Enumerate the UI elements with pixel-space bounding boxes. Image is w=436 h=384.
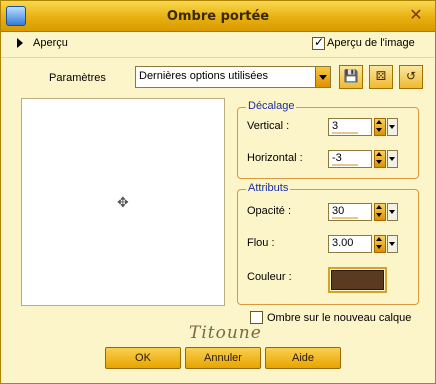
- reset-icon: ↺: [405, 69, 417, 83]
- vertical-label: Vertical :: [247, 120, 290, 132]
- flou-stepper[interactable]: [374, 235, 386, 253]
- parametres-label: Paramètres: [49, 72, 106, 84]
- randomize-icon: ⚄: [375, 69, 387, 83]
- opacite-slider-bar[interactable]: [332, 217, 358, 219]
- horizontal-label: Horizontal :: [247, 152, 303, 164]
- annuler-button[interactable]: Annuler: [185, 347, 261, 369]
- vertical-slider-bar[interactable]: [332, 132, 358, 134]
- check-icon: ✓: [314, 35, 325, 49]
- ok-button[interactable]: OK: [105, 347, 181, 369]
- attributs-title: Attributs: [246, 182, 291, 194]
- horizontal-input[interactable]: -3: [328, 150, 372, 168]
- reset-button[interactable]: ↺: [399, 65, 423, 89]
- preset-combo[interactable]: Dernières options utilisées: [135, 66, 331, 88]
- save-preset-button[interactable]: 💾: [339, 65, 363, 89]
- opacite-input[interactable]: 30: [328, 203, 372, 221]
- expand-arrow-icon[interactable]: [17, 38, 23, 48]
- decalage-title: Décalage: [246, 100, 297, 112]
- vertical-dropdown[interactable]: [387, 118, 398, 136]
- opacite-value: 30: [332, 205, 345, 217]
- vertical-value: 3: [332, 120, 339, 132]
- dialog-window: Ombre portée ✕ Aperçu ✓ Aperçu de l'imag…: [0, 0, 436, 384]
- opacite-label: Opacité :: [247, 205, 292, 217]
- flou-input[interactable]: 3.00: [328, 235, 372, 253]
- couleur-label: Couleur :: [247, 271, 292, 283]
- flou-value: 3.00: [332, 237, 354, 249]
- title-bar[interactable]: Ombre portée ✕: [1, 1, 435, 32]
- randomize-button[interactable]: ⚄: [369, 65, 393, 89]
- aide-button[interactable]: Aide: [265, 347, 341, 369]
- window-title: Ombre portée: [166, 9, 270, 24]
- flou-label: Flou :: [247, 237, 275, 249]
- titoune-logo: Titoune: [189, 323, 262, 343]
- horizontal-dropdown[interactable]: [387, 150, 398, 168]
- horizontal-slider-bar[interactable]: [332, 164, 358, 166]
- close-icon[interactable]: ✕: [408, 7, 424, 23]
- preview-toggle-row: Aperçu ✓ Aperçu de l'image: [1, 31, 435, 58]
- move-cursor-icon: ✥: [117, 194, 129, 210]
- apercu-image-label: Aperçu de l'image: [327, 37, 415, 49]
- chevron-down-icon[interactable]: [315, 67, 330, 87]
- save-preset-icon: 💾: [343, 69, 359, 83]
- couleur-swatch[interactable]: [328, 267, 387, 293]
- horizontal-value: -3: [332, 152, 342, 164]
- opacite-stepper[interactable]: [374, 203, 386, 221]
- ombre-nouveau-calque-label: Ombre sur le nouveau calque: [267, 312, 412, 324]
- horizontal-stepper[interactable]: [374, 150, 386, 168]
- apercu-image-checkbox[interactable]: ✓: [312, 35, 325, 50]
- preview-canvas[interactable]: ✥: [21, 98, 225, 306]
- vertical-input[interactable]: 3: [328, 118, 372, 136]
- flou-dropdown[interactable]: [387, 235, 398, 253]
- opacite-dropdown[interactable]: [387, 203, 398, 221]
- preset-value: Dernières options utilisées: [139, 70, 269, 82]
- couleur-swatch-fill: [331, 270, 384, 290]
- apercu-label[interactable]: Aperçu: [33, 37, 68, 49]
- vertical-stepper[interactable]: [374, 118, 386, 136]
